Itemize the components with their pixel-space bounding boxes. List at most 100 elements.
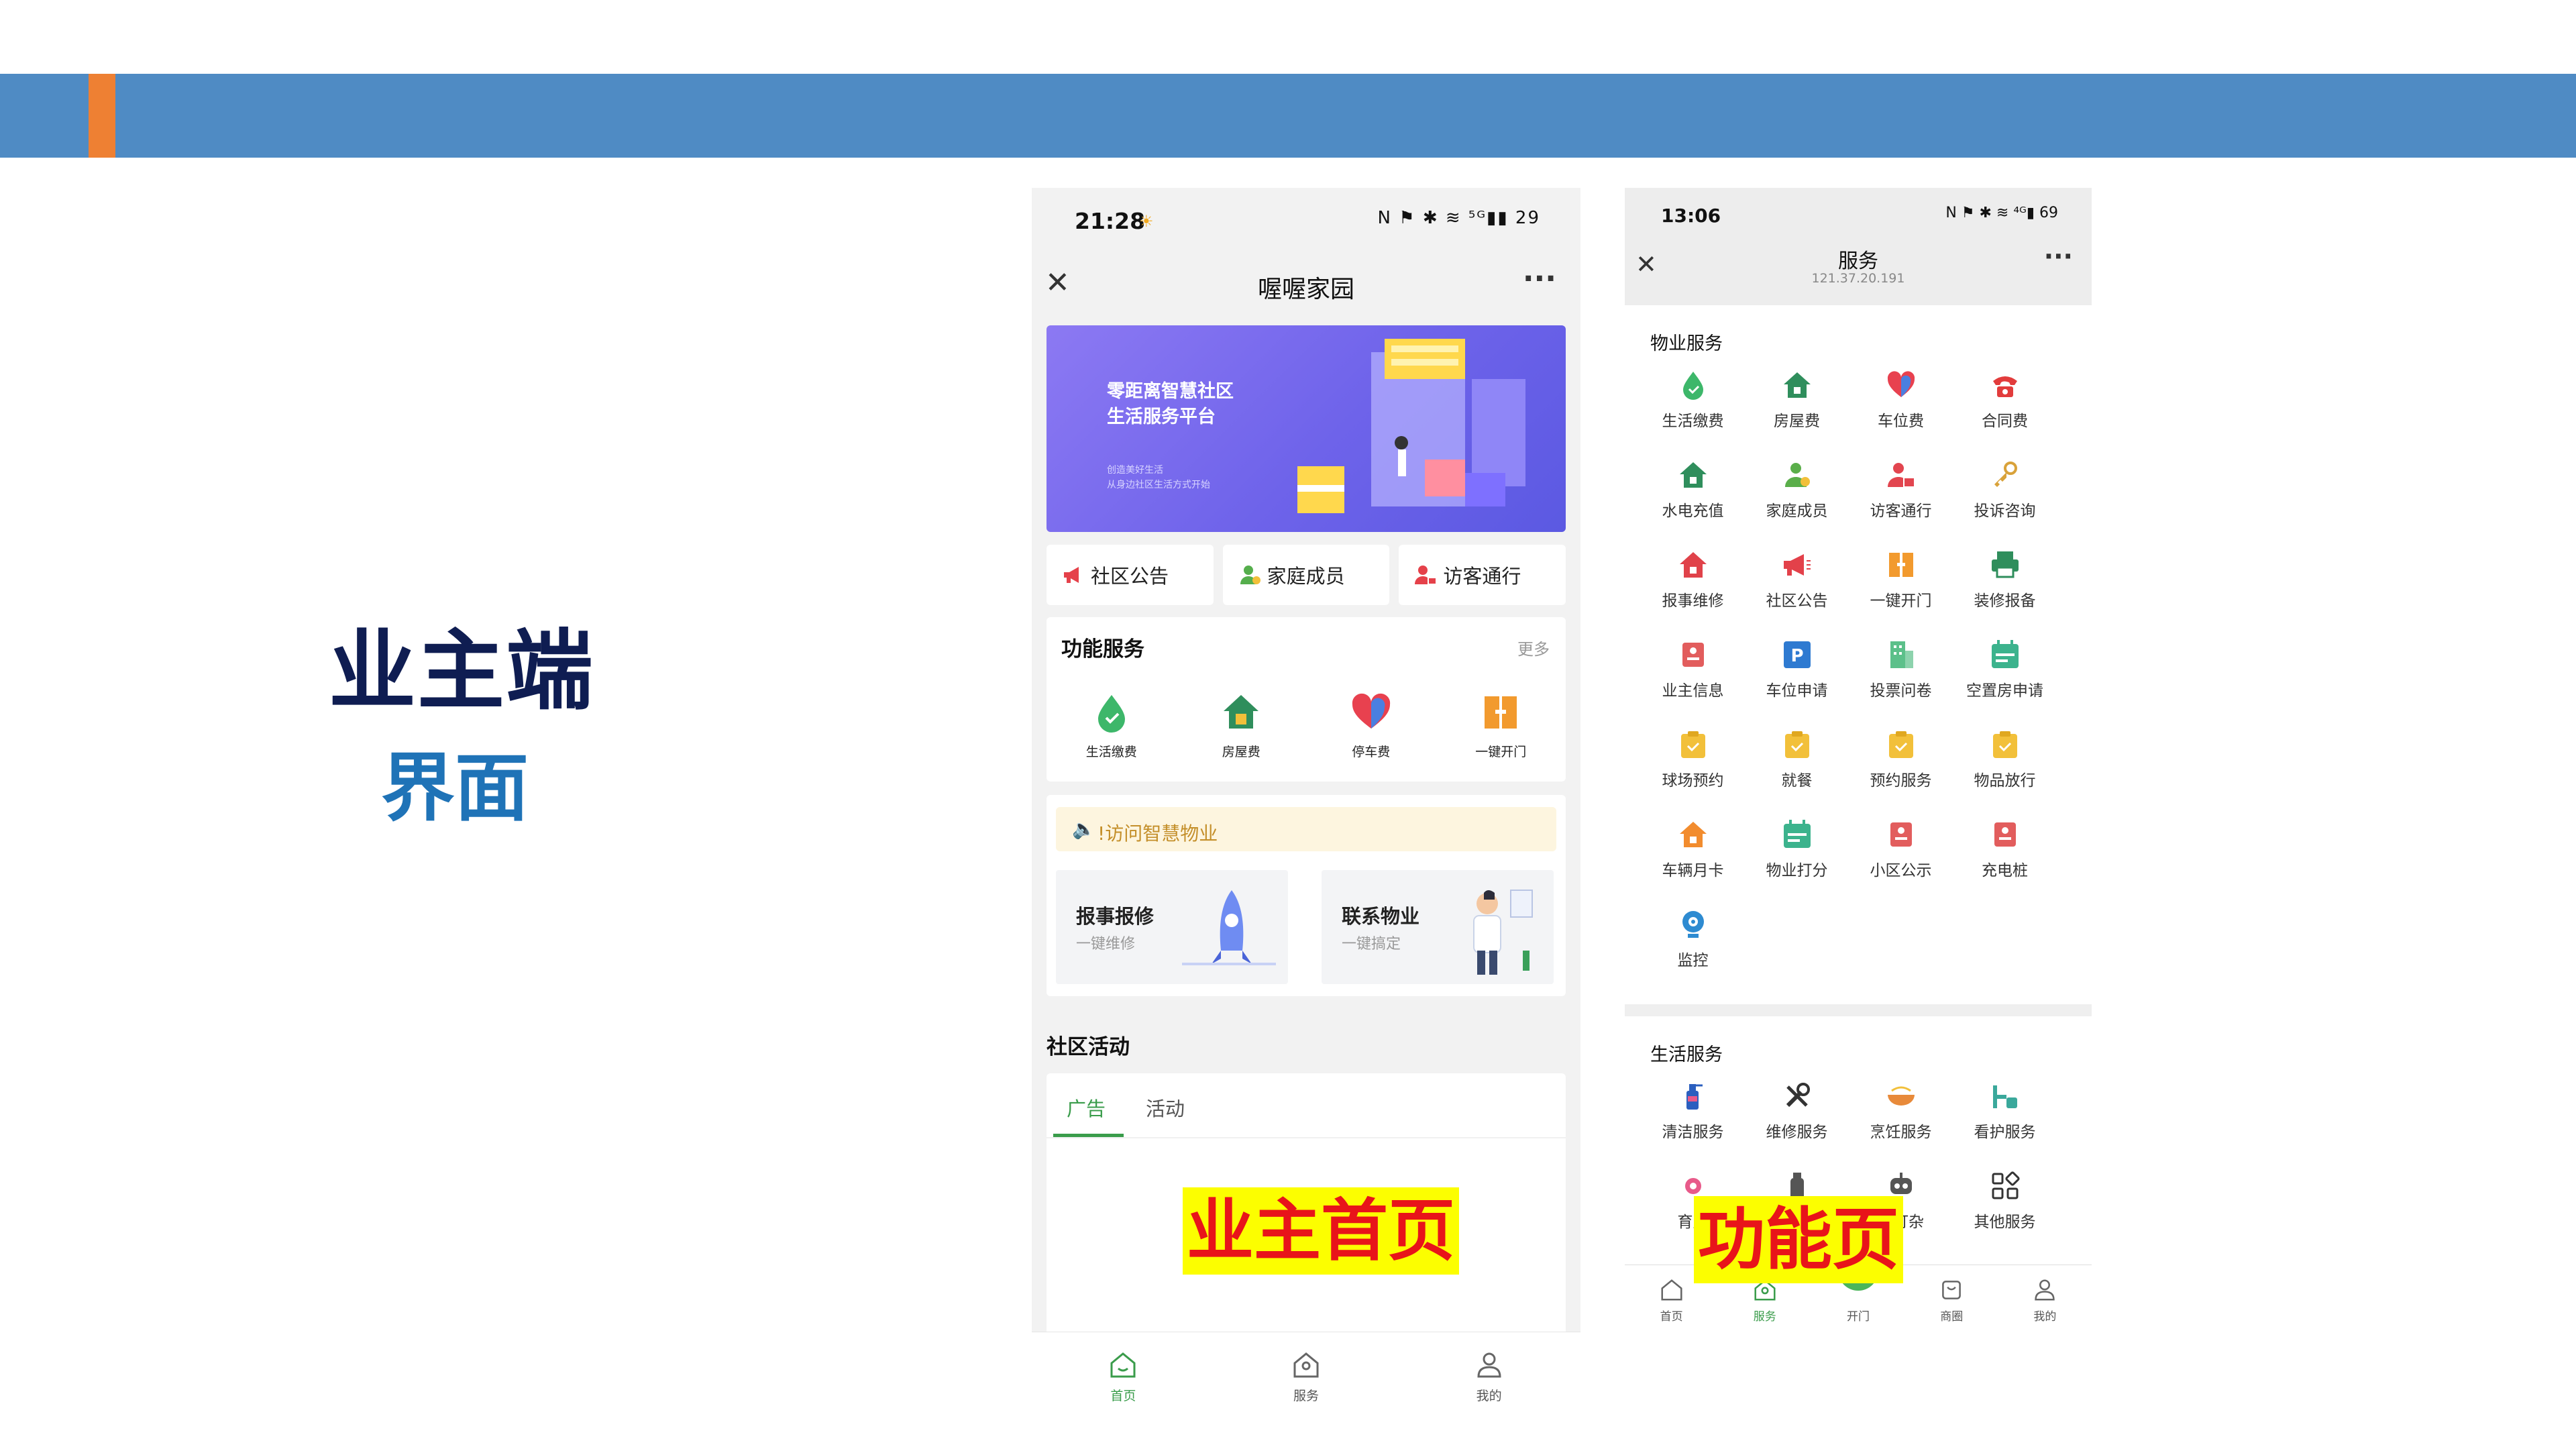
tab-ads[interactable]: 广告 [1067,1093,1106,1122]
service-item-label: 车位费 [1878,413,1924,430]
tab-events[interactable]: 活动 [1146,1093,1185,1122]
id-card-icon [1682,643,1704,667]
more-link[interactable]: 更多 [1517,636,1550,659]
house-icon [1224,695,1259,729]
header-band [0,74,2576,158]
banner-caption-line1: 创造美好生活 [1107,465,1163,476]
service-item[interactable]: 一键开门 [1849,549,1953,614]
banner-title-line1: 零距离智慧社区 [1107,381,1234,402]
clipboard-icon [1888,731,1913,758]
service-item-label: 物业打分 [1766,862,1828,879]
service-item[interactable]: 车位费 [1849,369,1953,435]
service-item[interactable]: 生活缴费 [1641,369,1745,435]
service-item[interactable]: 房屋费 [1745,369,1849,435]
p2-tab-home-label: 首页 [1660,1310,1683,1324]
service-item[interactable]: 家庭成员 [1745,459,1849,525]
p2-header: 13:06 N ⚑ ✱ ≋ ⁴ᴳ▮ 69 ✕ 服务 121.37.20.191 … [1625,188,2092,305]
header-accent [89,74,115,158]
service-item-label: 维修服务 [1766,1124,1828,1141]
service-item[interactable]: 就餐 [1745,729,1849,794]
service-item-label: 社区公告 [1766,592,1828,610]
smart-property-card: 🔈 !访问智慧物业 报事报修 一键维修 联系物业 一键搞定 [1046,795,1566,996]
service-item[interactable]: 球场预约 [1641,729,1745,794]
func-living-payment[interactable]: 生活缴费 [1046,691,1177,760]
service-item[interactable]: 其他服务 [1953,1170,2057,1236]
service-item-label: 看护服务 [1974,1124,2036,1141]
service-item[interactable]: 投票问卷 [1849,639,1953,704]
system-icons: N ⚑ ✱ ≋ ⁵ᴳ▮▮ 29 [1377,208,1540,228]
banner-illustration [1297,339,1525,513]
quick-family[interactable]: 家庭成员 [1222,545,1390,605]
notice-bar[interactable]: 🔈 !访问智慧物业 [1056,807,1556,851]
func-house-fee-label: 房屋费 [1222,745,1260,759]
house-icon [1679,462,1707,488]
service-item-label: 合同费 [1982,413,2028,430]
house-icon [1679,552,1707,578]
tab-mine[interactable]: 我的 [1397,1332,1580,1426]
service-item[interactable]: 小区公示 [1849,818,1953,884]
phone-icon [1992,376,2017,397]
property-services-grid: 生活缴费 房屋费 车位费 合同费水电充值 家庭成员 访客通行 投诉咨询报事维修 社区公告 一键开… [1641,369,2057,974]
drop-icon [1682,372,1703,400]
func-parking-fee[interactable]: 停车费 [1306,691,1436,760]
service-item[interactable]: 装修报备 [1953,549,2057,614]
more-menu-icon[interactable]: ··· [1523,262,1556,296]
service-item[interactable]: 看护服务 [1953,1080,2057,1146]
service-item-label: 生活缴费 [1662,413,1724,430]
contact-title: 联系物业 [1342,905,1420,928]
service-item-label: 小区公示 [1870,862,1932,879]
slide-subtitle: 界面 [381,745,529,831]
func-house-fee[interactable]: 房屋费 [1177,691,1307,760]
p2-tab-mine-label: 我的 [2033,1310,2057,1324]
service-item[interactable]: 充电桩 [1953,818,2057,884]
heart-icon [1352,693,1390,729]
p2-status-time: 13:06 [1661,205,1721,227]
promo-banner[interactable]: 零距离智慧社区 生活服务平台 创造美好生活 从身边社区生活方式开始 [1046,325,1566,532]
quick-visitor[interactable]: 访客通行 [1399,545,1566,605]
service-item[interactable]: 车辆月卡 [1641,818,1745,884]
service-item[interactable]: 物业打分 [1745,818,1849,884]
func-open-door[interactable]: 一键开门 [1436,691,1566,760]
service-item-label: 车辆月卡 [1662,862,1724,879]
p2-system-icons: N ⚑ ✱ ≋ ⁴ᴳ▮ 69 [1945,205,2058,221]
service-item[interactable]: 报事维修 [1641,549,1745,614]
function-services-card: 功能服务 更多 生活缴费 房屋费 停车费 一键开门 [1046,617,1566,782]
service-item[interactable]: 维修服务 [1745,1080,1849,1146]
slide: 业主端 界面 21:28 ☀ N ⚑ ✱ ≋ ⁵ᴳ▮▮ 29 ✕ 喔喔家园 ··… [0,0,2576,1449]
service-item[interactable]: P 车位申请 [1745,639,1849,704]
repair-title: 报事报修 [1076,905,1155,928]
weather-icon: ☀ [1139,212,1154,231]
contact-entry[interactable]: 联系物业 一键搞定 [1322,870,1554,984]
contact-subtitle: 一键搞定 [1342,936,1401,953]
bottom-tabbar: 首页 服务 我的 [1032,1332,1580,1426]
repair-entry[interactable]: 报事报修 一键维修 [1056,870,1288,984]
service-item[interactable]: 社区公告 [1745,549,1849,614]
tab-service[interactable]: 服务 [1215,1332,1398,1426]
service-item[interactable]: 监控 [1641,908,1745,974]
service-item[interactable]: 水电充值 [1641,459,1745,525]
clipboard-icon [1680,731,1705,758]
service-item[interactable]: 物品放行 [1953,729,2057,794]
service-item[interactable]: 投诉咨询 [1953,459,2057,525]
quick-announcement[interactable]: 社区公告 [1046,545,1214,605]
service-item[interactable]: 清洁服务 [1641,1080,1745,1146]
service-item[interactable]: 烹饪服务 [1849,1080,1953,1146]
calendar-icon [1783,820,1811,848]
slide-title: 业主端 [329,620,595,722]
svg-text:P: P [1790,646,1803,666]
service-icon [1293,1352,1319,1378]
speaker-icon: 🔈 [1072,818,1095,840]
service-item-label: 监控 [1677,952,1709,969]
service-item[interactable]: 合同费 [1953,369,2057,435]
tab-home[interactable]: 首页 [1032,1332,1215,1426]
p2-tab-mine[interactable]: 我的 [1998,1265,2092,1342]
service-item[interactable]: 空置房申请 [1953,639,2057,704]
clipboard-icon [1784,731,1809,758]
service-item-label: 报事维修 [1662,592,1724,610]
p2-more-icon[interactable]: ··· [2044,241,2073,271]
service-item[interactable]: 访客通行 [1849,459,1953,525]
status-bar: 21:28 ☀ N ⚑ ✱ ≋ ⁵ᴳ▮▮ 29 [1032,188,1580,255]
service-item[interactable]: 业主信息 [1641,639,1745,704]
service-item[interactable]: 预约服务 [1849,729,1953,794]
p2-tab-shop[interactable]: 商圈 [1905,1265,1998,1342]
